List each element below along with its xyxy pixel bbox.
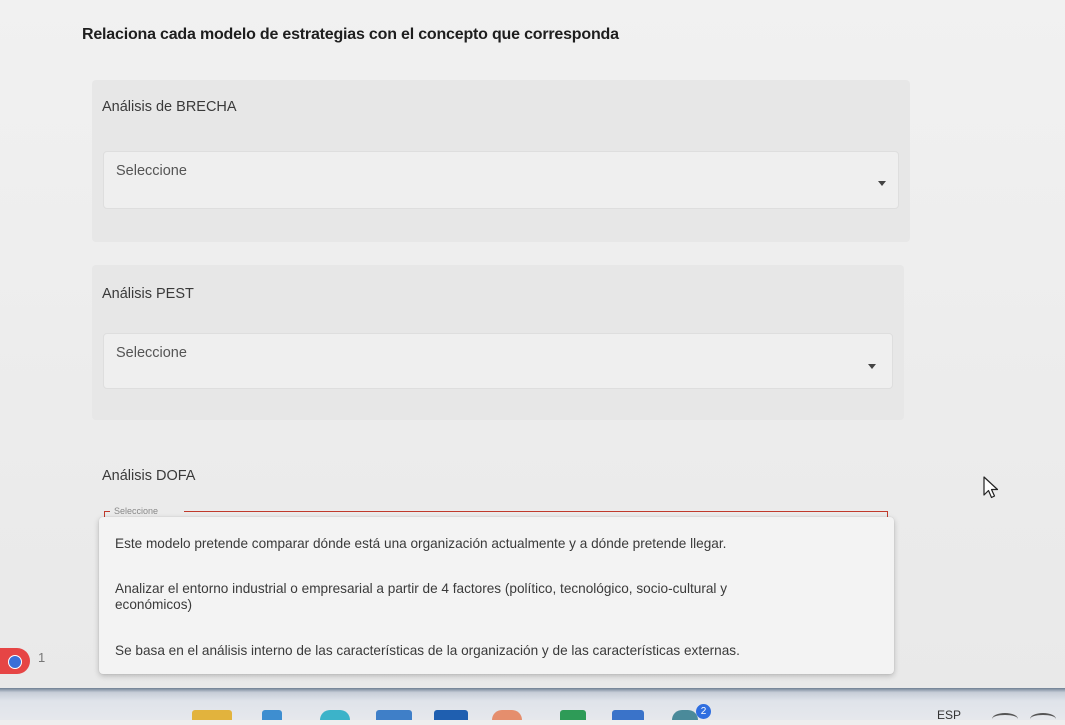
match-item-brecha: Análisis de BRECHA Seleccione	[92, 80, 910, 242]
taskbar-badge: 2	[696, 704, 711, 719]
volume-icon[interactable]	[1030, 713, 1056, 725]
quiz-page: Relaciona cada modelo de estrategias con…	[0, 0, 1065, 688]
mail-icon[interactable]	[376, 710, 412, 720]
chevron-down-icon	[868, 364, 876, 369]
match-item-label: Análisis PEST	[102, 286, 194, 302]
wifi-icon[interactable]	[992, 713, 1018, 725]
file-explorer-icon[interactable]	[192, 710, 232, 720]
app-icon[interactable]	[492, 710, 522, 720]
notification-count: 1	[38, 650, 46, 665]
notification-badge[interactable]	[0, 648, 30, 674]
dropdown-option[interactable]: Se basa en el análisis interno de las ca…	[115, 643, 804, 659]
concept-select-brecha[interactable]: Seleccione	[103, 151, 899, 209]
match-item-label: Análisis de BRECHA	[102, 99, 237, 115]
taskbar: 2 ESP	[0, 688, 1065, 722]
browser-icon[interactable]	[320, 710, 350, 720]
dropdown-menu: Este modelo pretende comparar dónde está…	[99, 517, 894, 674]
select-value: Seleccione	[116, 163, 187, 179]
mouse-pointer-icon	[983, 476, 999, 499]
select-legend: Seleccione	[114, 506, 159, 516]
dropdown-option[interactable]: Analizar el entorno industrial o empresa…	[115, 581, 804, 613]
notification-icon	[8, 655, 22, 669]
question-title: Relaciona cada modelo de estrategias con…	[82, 26, 619, 43]
spreadsheet-icon[interactable]	[560, 710, 586, 720]
dropdown-option[interactable]: Este modelo pretende comparar dónde está…	[115, 536, 804, 552]
app-icon[interactable]	[262, 710, 282, 720]
match-item-pest: Análisis PEST Seleccione	[92, 265, 904, 420]
document-icon[interactable]	[612, 710, 644, 720]
calendar-icon[interactable]	[434, 710, 468, 720]
match-item-label: Análisis DOFA	[102, 468, 196, 484]
chat-icon[interactable]	[672, 710, 698, 720]
chevron-down-icon	[878, 181, 886, 186]
concept-select-pest[interactable]: Seleccione	[103, 333, 893, 389]
select-value: Seleccione	[116, 345, 187, 361]
